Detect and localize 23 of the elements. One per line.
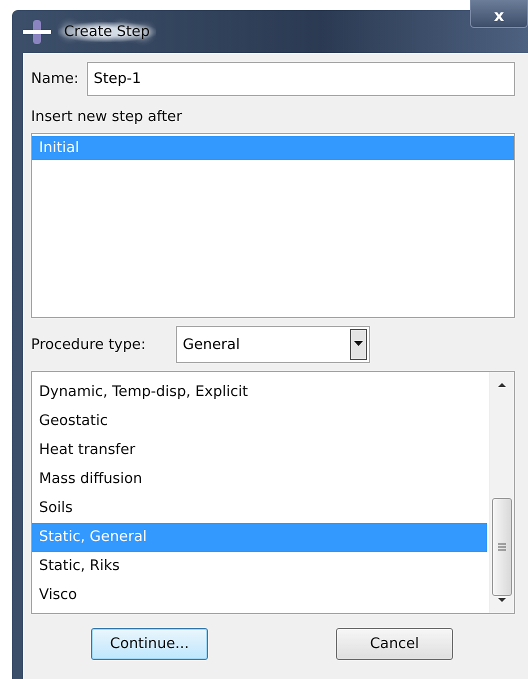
field-label: Name: <box>31 71 79 87</box>
name-field[interactable]: Step-1 <box>86 62 515 96</box>
dropdown-icon[interactable] <box>350 329 367 360</box>
list-item[interactable]: Visco <box>32 581 487 610</box>
list-item[interactable]: Geostatic <box>32 407 487 436</box>
scroll-up-icon[interactable] <box>496 380 508 390</box>
scroll-thumb[interactable] <box>492 498 512 596</box>
field-label: Procedure type: <box>31 336 146 352</box>
section-label: Insert new step after <box>31 109 184 125</box>
list-item[interactable]: Heat transfer <box>32 436 487 465</box>
list-item[interactable]: Dynamic, Temp-disp, Explicit <box>32 378 487 407</box>
list-item[interactable]: Soils <box>32 494 487 523</box>
continue-button[interactable]: Continue... <box>91 628 208 660</box>
cancel-button[interactable]: Cancel <box>336 628 453 660</box>
scrollbar[interactable] <box>489 372 514 613</box>
list-item[interactable]: Mass diffusion <box>32 465 487 494</box>
window-title: Create Step <box>58 22 156 42</box>
app-icon <box>22 18 52 44</box>
list-box[interactable]: Dynamic, Temp-disp, Explicit Geostatic Heat transfer Mass diffusion Soils Static, General Static, Riks Visco <box>31 371 515 614</box>
list-item[interactable]: Static, Riks <box>32 552 487 581</box>
grip-icon <box>497 542 507 552</box>
close-button[interactable]: x <box>470 0 528 28</box>
procedure-dropdown[interactable]: General <box>176 326 370 363</box>
